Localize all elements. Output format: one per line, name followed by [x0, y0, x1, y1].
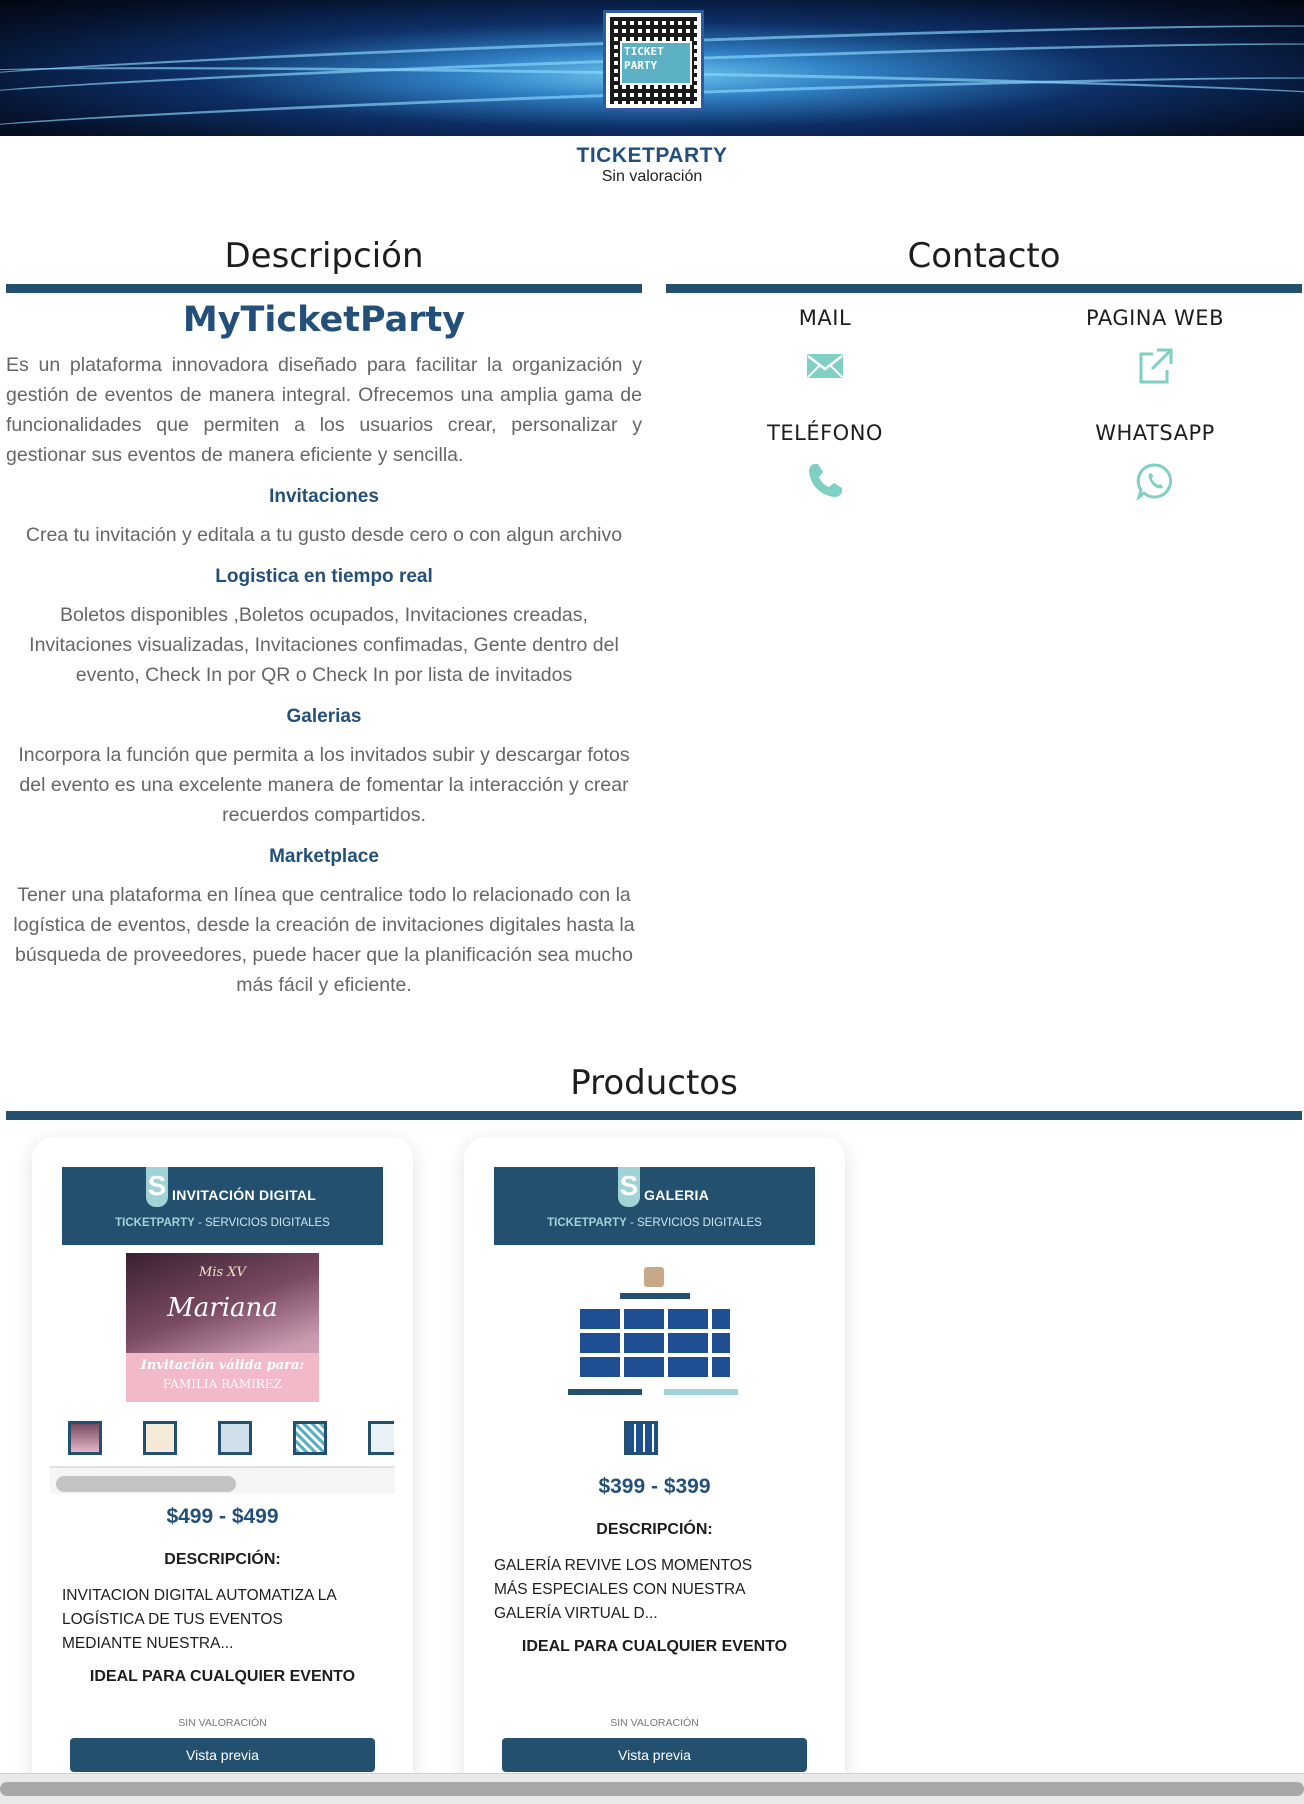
brand-s-icon: S [618, 1167, 640, 1207]
preview-button[interactable]: Vista previa [502, 1738, 807, 1772]
description-brand: MyTicketParty [182, 300, 466, 340]
external-link-icon[interactable] [996, 346, 1304, 386]
product-banner: S INVITACIÓN DIGITAL TICKETPARTY - SERVI… [62, 1167, 383, 1245]
product-banner: S GALERIA TICKETPARTY - SERVICIOS DIGITA… [494, 1167, 815, 1245]
image-text: Invitación válida para: [140, 1358, 305, 1373]
envelope-icon[interactable] [666, 346, 984, 386]
thumbnail[interactable] [624, 1421, 658, 1455]
products-divider [6, 1111, 1302, 1120]
contact-phone[interactable]: TELÉFONO [666, 421, 984, 501]
description-content: MyTicketParty Es un plataforma innovador… [6, 300, 642, 1000]
feature-title: Logistica en tiempo real [215, 566, 433, 587]
thumbnail[interactable] [68, 1421, 102, 1455]
contact-whatsapp[interactable]: WHATSAPP [996, 421, 1304, 501]
brand-s-icon: S [146, 1167, 168, 1207]
feature-title: Invitaciones [269, 486, 379, 507]
contact-label: MAIL [798, 306, 852, 330]
product-price: $499 - $499 [166, 1505, 279, 1528]
preview-button[interactable]: Vista previa [70, 1738, 375, 1772]
qr-pattern: TICKET PARTY [610, 17, 697, 104]
contact-label: TELÉFONO [767, 421, 883, 445]
image-text: FAMILIA RAMIREZ [162, 1377, 283, 1391]
product-price: $399 - $399 [598, 1475, 711, 1498]
product-ideal: IDEAL PARA CUALQUIER EVENTO [89, 1668, 356, 1685]
contact-label: WHATSAPP [1095, 421, 1215, 445]
contact-mail[interactable]: MAIL [666, 306, 984, 386]
product-card[interactable]: S GALERIA TICKETPARTY - SERVICIOS DIGITA… [464, 1137, 845, 1804]
whatsapp-icon[interactable] [996, 461, 1304, 501]
image-text: Mariana [167, 1293, 278, 1323]
description-intro: Es un plataforma innovadora diseñado par… [6, 354, 642, 466]
scrollbar-thumb[interactable] [0, 1782, 1304, 1796]
contact-heading: Contacto [907, 236, 1061, 276]
thumbnail-scrollbar[interactable] [50, 1466, 395, 1494]
thumbnail-strip [68, 1421, 394, 1455]
product-banner-subtitle: TICKETPARTY - SERVICIOS DIGITALES [547, 1217, 762, 1229]
thumbnail[interactable] [368, 1421, 394, 1455]
feature-text: Boletos disponibles ,Boletos ocupados, I… [29, 604, 619, 686]
logo-text: TICKET PARTY [624, 45, 664, 72]
product-description: INVITACION DIGITAL AUTOMATIZA LA LOGÍSTI… [62, 1587, 336, 1652]
feature-title: Marketplace [269, 846, 379, 867]
thumbnail[interactable] [293, 1421, 327, 1455]
store-rating: Sin valoración [601, 168, 703, 185]
feature-text: Crea tu invitación y editala a tu gusto … [25, 524, 623, 546]
products-heading: Productos [570, 1063, 738, 1103]
store-name: TICKETPARTY [576, 144, 728, 167]
contact-label: PAGINA WEB [1086, 306, 1224, 330]
product-rating: SIN VALORACIÓN [610, 1717, 699, 1729]
hero-banner: TICKET PARTY [0, 0, 1304, 136]
feature-text: Incorpora la función que permita a los i… [18, 744, 630, 826]
store-logo: TICKET PARTY [603, 10, 704, 111]
product-card[interactable]: S INVITACIÓN DIGITAL TICKETPARTY - SERVI… [32, 1137, 413, 1804]
thumbnail[interactable] [218, 1421, 252, 1455]
thumbnail-strip [624, 1421, 658, 1455]
contact-divider [666, 284, 1302, 293]
product-description: GALERÍA REVIVE LOS MOMENTOS MÁS ESPECIAL… [494, 1557, 753, 1622]
description-divider [6, 284, 642, 293]
scrollbar-thumb[interactable] [56, 1476, 236, 1492]
description-label: DESCRIPCIÓN: [596, 1521, 713, 1538]
product-banner-subtitle: TICKETPARTY - SERVICIOS DIGITALES [115, 1217, 330, 1229]
feature-title: Galerias [286, 706, 362, 727]
image-text: Mis XV [199, 1265, 246, 1280]
horizontal-scrollbar[interactable] [0, 1773, 1304, 1804]
feature-text: Tener una plataforma en línea que centra… [13, 884, 635, 996]
product-banner-title: INVITACIÓN DIGITAL [172, 1187, 317, 1203]
product-image [558, 1253, 751, 1403]
description-heading: Descripción [224, 236, 424, 276]
contact-website[interactable]: PAGINA WEB [996, 306, 1304, 386]
product-banner-title: GALERIA [644, 1187, 710, 1203]
product-rating: SIN VALORACIÓN [178, 1717, 267, 1729]
description-label: DESCRIPCIÓN: [164, 1551, 281, 1568]
product-ideal: IDEAL PARA CUALQUIER EVENTO [521, 1638, 788, 1655]
thumbnail[interactable] [143, 1421, 177, 1455]
phone-icon[interactable] [666, 461, 984, 501]
product-image: Mis XV Mariana Invitación válida para: F… [126, 1253, 319, 1402]
